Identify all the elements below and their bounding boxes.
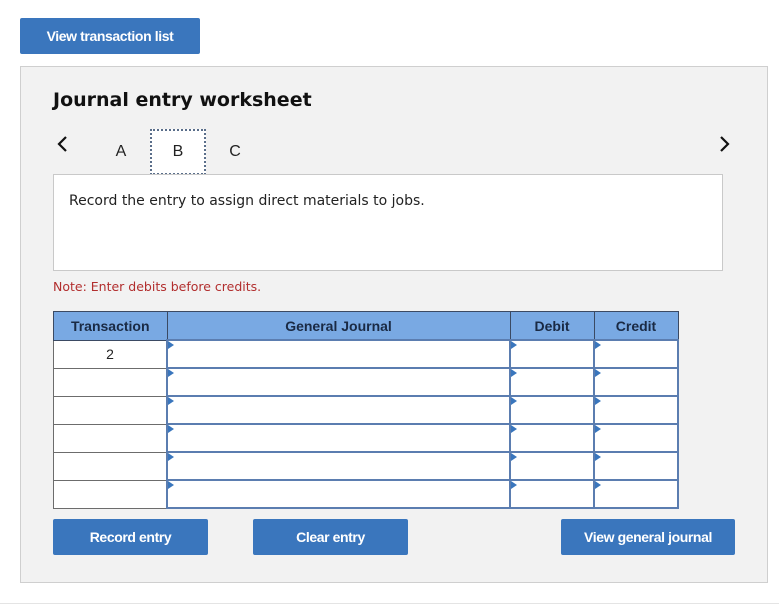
- transaction-cell: [53, 451, 168, 481]
- header-debit: Debit: [509, 311, 595, 341]
- journal-table: Transaction General Journal Debit Credit…: [53, 311, 679, 509]
- transaction-cell: [53, 367, 168, 397]
- transaction-cell: [53, 479, 168, 509]
- header-transaction: Transaction: [53, 311, 168, 341]
- debit-input[interactable]: [509, 339, 595, 369]
- chevron-right-icon[interactable]: [713, 133, 735, 155]
- debit-input[interactable]: [509, 451, 595, 481]
- tab-b[interactable]: B: [150, 129, 206, 175]
- view-general-journal-button[interactable]: View general journal: [561, 519, 735, 555]
- account-input[interactable]: [166, 479, 511, 509]
- debit-input[interactable]: [509, 479, 595, 509]
- credit-input[interactable]: [593, 339, 679, 369]
- debit-input[interactable]: [509, 423, 595, 453]
- credit-input[interactable]: [593, 395, 679, 425]
- account-input[interactable]: [166, 367, 511, 397]
- record-entry-button[interactable]: Record entry: [53, 519, 208, 555]
- view-transaction-list-button[interactable]: View transaction list: [20, 18, 200, 54]
- credit-input[interactable]: [593, 479, 679, 509]
- account-input[interactable]: [166, 423, 511, 453]
- tab-a[interactable]: A: [93, 129, 149, 175]
- transaction-cell: [53, 423, 168, 453]
- table-row: [53, 451, 679, 481]
- table-row: [53, 423, 679, 453]
- account-input[interactable]: [166, 451, 511, 481]
- header-general-journal: General Journal: [166, 311, 511, 341]
- table-row: [53, 367, 679, 397]
- account-input[interactable]: [166, 395, 511, 425]
- credit-input[interactable]: [593, 367, 679, 397]
- prompt-box: Record the entry to assign direct materi…: [53, 174, 723, 271]
- table-row: [53, 479, 679, 509]
- debit-input[interactable]: [509, 367, 595, 397]
- transaction-cell: 2: [53, 339, 168, 369]
- transaction-cell: [53, 395, 168, 425]
- tab-c[interactable]: C: [207, 129, 263, 175]
- credit-input[interactable]: [593, 423, 679, 453]
- table-row: 2: [53, 339, 679, 369]
- chevron-left-icon[interactable]: [52, 133, 74, 155]
- journal-entry-worksheet-panel: Journal entry worksheet A B C Record the…: [20, 66, 768, 583]
- prompt-text: Record the entry to assign direct materi…: [69, 193, 425, 209]
- worksheet-title: Journal entry worksheet: [53, 89, 312, 111]
- table-row: [53, 395, 679, 425]
- divider: [0, 603, 779, 604]
- account-input[interactable]: [166, 339, 511, 369]
- credit-input[interactable]: [593, 451, 679, 481]
- note-text: Note: Enter debits before credits.: [53, 279, 262, 294]
- clear-entry-button[interactable]: Clear entry: [253, 519, 408, 555]
- header-credit: Credit: [593, 311, 679, 341]
- debit-input[interactable]: [509, 395, 595, 425]
